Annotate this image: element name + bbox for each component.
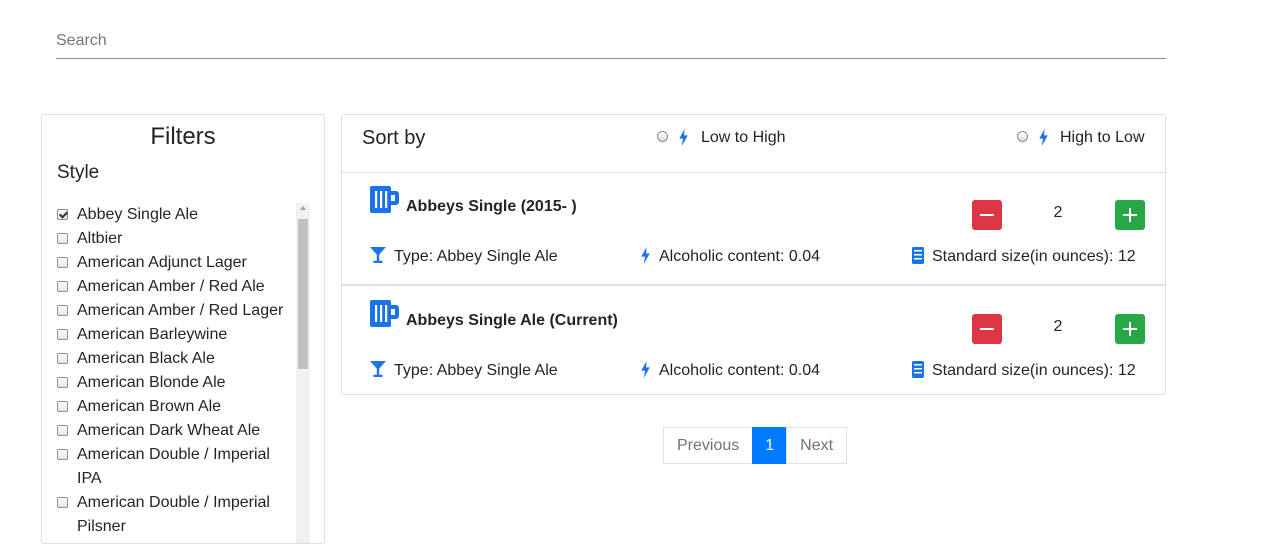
beer-card: Abbeys Single (2015- ) 2 Type: Abbey Sin… — [342, 172, 1165, 285]
style-item-label: American Black Ale — [77, 350, 215, 367]
style-checkbox[interactable] — [57, 281, 68, 292]
lightning-bolt-icon — [641, 361, 650, 378]
style-item[interactable]: American Barleywine — [42, 323, 297, 347]
increase-quantity-button[interactable] — [1115, 200, 1145, 230]
style-item[interactable]: American Adjunct Lager — [42, 251, 297, 275]
style-checkbox[interactable] — [57, 377, 68, 388]
scroll-up-arrow-icon[interactable] — [300, 206, 306, 210]
style-list: Abbey Single Ale Altbier American Adjunc… — [42, 203, 308, 539]
style-checkbox[interactable] — [57, 449, 68, 460]
pagination: Previous 1 Next — [663, 427, 848, 464]
style-item-label: American Amber / Red Lager — [77, 302, 284, 319]
style-item[interactable]: Altbier — [42, 227, 297, 251]
style-item[interactable]: American Double / Imperial IPA — [42, 443, 297, 491]
style-item-label: American Amber / Red Ale — [77, 278, 265, 295]
style-item[interactable]: American Dark Wheat Ale — [42, 419, 297, 443]
lightning-bolt-icon — [679, 129, 688, 146]
cocktail-glass-icon — [370, 361, 386, 377]
scrollbar-thumb[interactable] — [298, 219, 308, 369]
style-checkbox[interactable] — [57, 209, 68, 220]
style-item[interactable]: American Amber / Red Ale — [42, 275, 297, 299]
style-item-label: Abbey Single Ale — [77, 206, 198, 223]
decrease-quantity-button[interactable] — [972, 200, 1002, 230]
search-field[interactable] — [56, 24, 1166, 59]
increase-quantity-button[interactable] — [1115, 314, 1145, 344]
sort-label: Sort by — [362, 127, 426, 149]
style-item[interactable]: American Double / Imperial Pilsner — [42, 491, 297, 539]
can-icon — [912, 361, 924, 378]
sort-low-to-high-radio[interactable] — [657, 131, 668, 142]
sort-high-to-low-radio[interactable] — [1017, 131, 1028, 142]
beer-card: Abbeys Single Ale (Current) 2 Type: Abbe… — [342, 285, 1165, 397]
decrease-quantity-button[interactable] — [972, 314, 1002, 344]
results-panel: Sort by Low to High High to Low Abbeys S… — [341, 114, 1166, 395]
beer-standard-size: Standard size(in ounces): 12 — [932, 248, 1136, 265]
beer-name: Abbeys Single (2015- ) — [406, 198, 577, 215]
can-icon — [912, 247, 924, 264]
beer-type: Type: Abbey Single Ale — [394, 362, 558, 379]
style-checkbox[interactable] — [57, 233, 68, 244]
style-item[interactable]: American Brown Ale — [42, 395, 297, 419]
sort-bar: Sort by Low to High High to Low — [342, 115, 1165, 173]
style-item-label: American Barleywine — [77, 326, 228, 343]
style-item[interactable]: American Blonde Ale — [42, 371, 297, 395]
filters-title: Filters — [150, 123, 216, 150]
style-checkbox[interactable] — [57, 401, 68, 412]
beer-type: Type: Abbey Single Ale — [394, 248, 558, 265]
quantity-value: 2 — [1053, 318, 1063, 335]
sort-high-to-low-label[interactable]: High to Low — [1060, 129, 1145, 147]
search-input[interactable] — [56, 24, 1166, 57]
style-item-label: American Adjunct Lager — [77, 254, 247, 271]
beer-name: Abbeys Single Ale (Current) — [406, 312, 618, 329]
style-item-label: American Double / Imperial Pilsner — [77, 494, 270, 535]
style-item-label: American Double / Imperial IPA — [77, 446, 270, 487]
style-item-label: American Brown Ale — [77, 398, 222, 415]
beer-standard-size: Standard size(in ounces): 12 — [932, 362, 1136, 379]
style-item[interactable]: Abbey Single Ale — [42, 203, 297, 227]
quantity-value: 2 — [1053, 204, 1063, 221]
previous-page-button[interactable]: Previous — [663, 427, 754, 464]
lightning-bolt-icon — [1039, 129, 1048, 146]
beer-alcohol-content: Alcoholic content: 0.04 — [659, 248, 820, 265]
page-1-button[interactable]: 1 — [752, 427, 788, 464]
style-item[interactable]: American Amber / Red Lager — [42, 299, 297, 323]
style-checkbox[interactable] — [57, 353, 68, 364]
next-page-button[interactable]: Next — [786, 427, 848, 464]
beer-mug-icon — [370, 186, 399, 213]
style-item[interactable]: American Black Ale — [42, 347, 297, 371]
style-item-label: American Blonde Ale — [77, 374, 226, 391]
style-item-label: Altbier — [77, 230, 123, 247]
style-checkbox[interactable] — [57, 425, 68, 436]
style-list-scrollbar[interactable] — [296, 203, 310, 543]
beer-mug-icon — [370, 300, 399, 327]
beer-alcohol-content: Alcoholic content: 0.04 — [659, 362, 820, 379]
filters-panel: Filters Style Abbey Single Ale Altbier A… — [41, 114, 325, 544]
style-checkbox[interactable] — [57, 497, 68, 508]
cocktail-glass-icon — [370, 247, 386, 263]
sort-low-to-high-label[interactable]: Low to High — [701, 129, 786, 147]
style-item-label: American Dark Wheat Ale — [77, 422, 261, 439]
style-checkbox[interactable] — [57, 305, 68, 316]
style-label: Style — [57, 162, 100, 183]
style-checkbox[interactable] — [57, 257, 68, 268]
style-checkbox[interactable] — [57, 329, 68, 340]
lightning-bolt-icon — [641, 247, 650, 264]
